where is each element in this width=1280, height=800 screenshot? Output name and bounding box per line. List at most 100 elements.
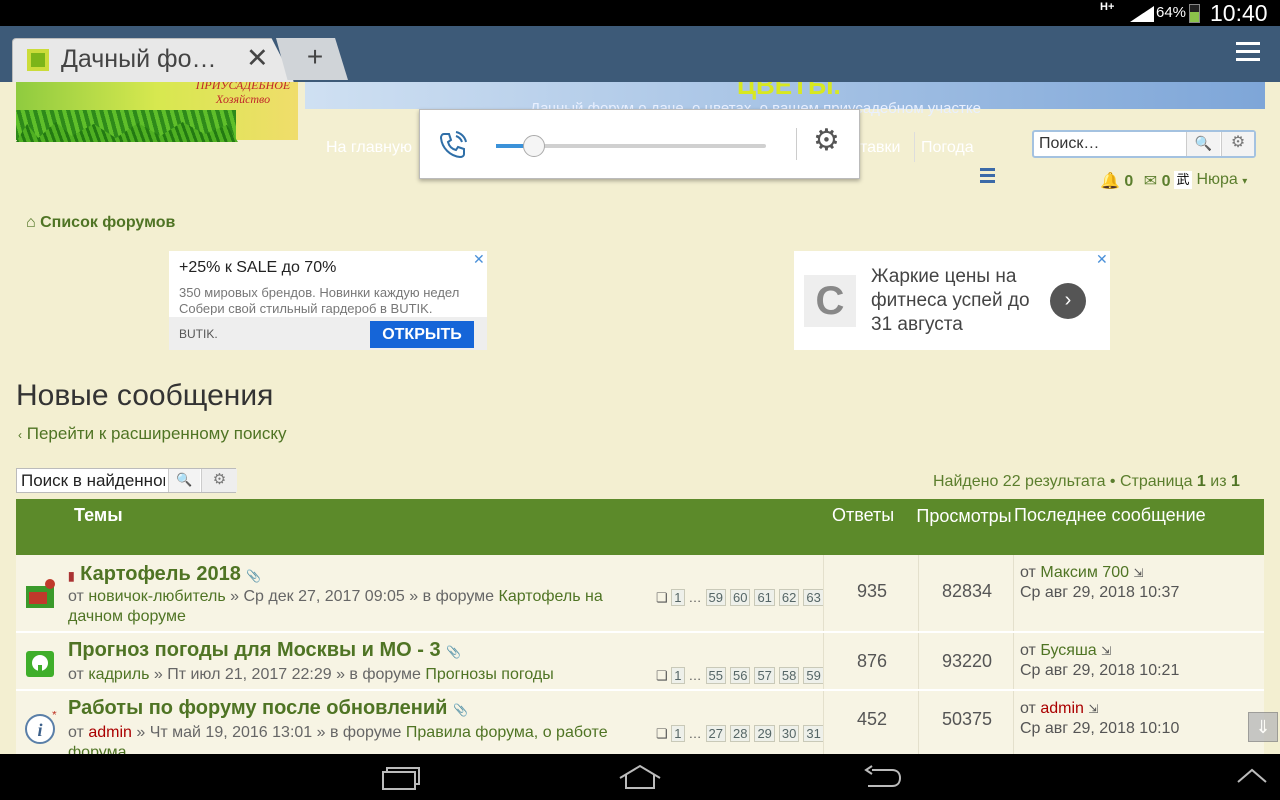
ad-headline: +25% к SALE до 70% [179,259,337,276]
topic-pagination[interactable]: ❏ 1… 27 28 29 30 31 [656,725,828,742]
nav-exhibitions[interactable]: тавки [860,139,900,157]
topic-title[interactable]: Работы по форуму после обновлений 📎 [68,697,468,720]
volume-slider-handle[interactable] [522,135,545,157]
topic-author[interactable]: кадриль [88,666,149,683]
results-count: Найдено 22 результата • Страница [933,473,1193,490]
topic-pagination[interactable]: ❏ 1… 59 60 61 62 63 [656,589,828,606]
page-link[interactable]: 59 [803,667,824,684]
ad-close-icon[interactable]: ✕ [473,251,485,268]
browser-menu-icon[interactable] [1236,42,1260,66]
topic-date: Пт июл 21, 2017 22:29 [167,666,332,683]
page-link[interactable]: 27 [705,725,726,742]
breadcrumb-forum-list[interactable]: Список форумов [40,214,175,231]
page-link[interactable]: 31 [803,725,824,742]
search-icon[interactable]: 🔍 [1186,132,1220,156]
gear-icon[interactable]: ⚙ [1221,132,1254,156]
home-icon[interactable] [618,764,662,790]
back-icon[interactable] [862,764,902,790]
topic-title[interactable]: Прогноз погоды для Москвы и МО - 3 📎 [68,639,461,662]
topic-replies: 935 [856,581,888,601]
advanced-search-label[interactable]: Перейти к расширенному поиску [27,424,287,443]
ad-close-icon[interactable]: ✕ [1096,251,1108,268]
last-post-author[interactable]: Максим 700 [1040,564,1129,581]
page-link[interactable]: 29 [754,725,775,742]
android-nav-bar [0,754,1280,800]
page-link[interactable]: 1 [671,667,685,684]
site-search[interactable]: Поиск… 🔍 ⚙ [1032,130,1256,158]
topic-pagination[interactable]: ❏ 1… 55 56 57 58 59 [656,667,828,684]
page-link[interactable]: 60 [729,589,751,606]
browser-tab-bar: Дачный фо… ✕ + [0,26,1280,82]
page-link[interactable]: 56 [729,667,751,684]
advanced-search-link[interactable]: ‹ Перейти к расширенному поиску [18,424,287,444]
caret-down-icon: ▾ [1242,176,1248,187]
ad-banner-right[interactable]: C Жаркие цены на фитнеса успей до 31 авг… [794,251,1110,350]
last-post-author[interactable]: admin [1040,700,1084,717]
topic-forum[interactable]: Прогнозы погоды [425,666,553,683]
page-link[interactable]: 30 [778,725,800,742]
goto-post-icon[interactable]: ⇲ [1133,566,1143,580]
goto-post-icon[interactable]: ⇲ [1088,702,1098,716]
table-row[interactable]: i * Работы по форуму после обновлений 📎 о… [16,691,1264,754]
volume-popup: ⚙ [419,109,860,179]
results-search-input[interactable]: Поиск в найденном [21,471,165,491]
page-link[interactable]: 55 [705,667,726,684]
chevron-right-icon[interactable]: › [1050,283,1086,319]
ad-open-button[interactable]: ОТКРЫТЬ [370,321,474,348]
topic-views: 82834 [941,581,993,601]
topic-title-text[interactable]: Прогноз погоды для Москвы и МО - 3 [68,639,441,661]
page-link[interactable]: 61 [754,589,775,606]
notifications-count: 0 [1124,173,1134,190]
volume-slider[interactable] [496,135,766,157]
breadcrumb[interactable]: ⌂ Список форумов [26,214,175,232]
network-type: H+ [1100,1,1115,13]
close-tab-icon[interactable]: ✕ [246,43,269,74]
page-link[interactable]: 62 [778,589,800,606]
topic-author[interactable]: admin [88,724,132,741]
pages-icon: ❏ [656,668,668,683]
page-link[interactable]: 28 [729,725,751,742]
page-link[interactable]: 1 [671,725,685,742]
search-icon[interactable]: 🔍 [168,469,200,492]
ad-text: Жаркие цены на фитнеса успей до 31 авгус… [871,266,1030,335]
notifications[interactable]: 🔔 0 ✉ 0 [1100,171,1171,191]
topic-title-text[interactable]: Работы по форуму после обновлений [68,697,447,719]
topic-title-text[interactable]: Картофель 2018 [80,563,241,585]
goto-post-icon[interactable]: ⇲ [1101,644,1111,658]
attachment-icon: 📎 [246,569,262,583]
search-input[interactable]: Поиск… [1039,135,1099,153]
messages-count: 0 [1161,173,1171,190]
results-summary: Найдено 22 результата • Страница 1 из 1 [933,473,1240,491]
page-link[interactable]: 57 [754,667,775,684]
table-row[interactable]: Прогноз погоды для Москвы и МО - 3 📎 от … [16,633,1264,691]
last-post-author[interactable]: Бусяша [1040,642,1096,659]
nav-home[interactable]: На главную [326,139,412,157]
page-link[interactable]: 63 [803,589,824,606]
new-tab-button[interactable]: + [276,38,348,80]
results-search[interactable]: Поиск в найденном 🔍 ⚙ [16,468,237,493]
ad-banner-left[interactable]: +25% к SALE до 70% 350 мировых брендов. … [169,251,487,350]
page-link[interactable]: 1 [671,589,685,606]
hamburger-icon[interactable] [980,168,995,186]
page-title: Новые сообщения [16,379,274,412]
recent-apps-icon[interactable] [382,766,420,790]
battery-percent: 64% [1156,4,1187,21]
bell-icon[interactable]: 🔔 [1100,173,1120,190]
page-link[interactable]: 58 [778,667,800,684]
chevron-up-icon[interactable] [1236,768,1268,784]
gear-icon[interactable]: ⚙ [201,469,237,492]
scroll-down-button[interactable]: ⇓ [1248,712,1278,742]
topic-title[interactable]: ▮ Картофель 2018 📎 [68,563,261,586]
username: Нюра [1196,171,1238,188]
topic-views: 93220 [941,651,993,671]
table-row[interactable]: ▮ Картофель 2018 📎 от новичок-любитель »… [16,555,1264,633]
envelope-icon[interactable]: ✉ [1144,173,1157,190]
gear-icon[interactable]: ⚙ [813,126,840,156]
topic-author[interactable]: новичок-любитель [88,588,225,605]
last-post-date: Ср авг 29, 2018 10:10 [1020,720,1180,737]
page-link[interactable]: 59 [705,589,726,606]
browser-tab[interactable]: Дачный фо… ✕ [12,38,294,82]
user-menu[interactable]: 武 Нюра ▾ [1174,171,1247,189]
last-post: от Максим 700 ⇲ Ср авг 29, 2018 10:37 [1020,564,1180,601]
nav-weather[interactable]: Погода [921,139,974,157]
